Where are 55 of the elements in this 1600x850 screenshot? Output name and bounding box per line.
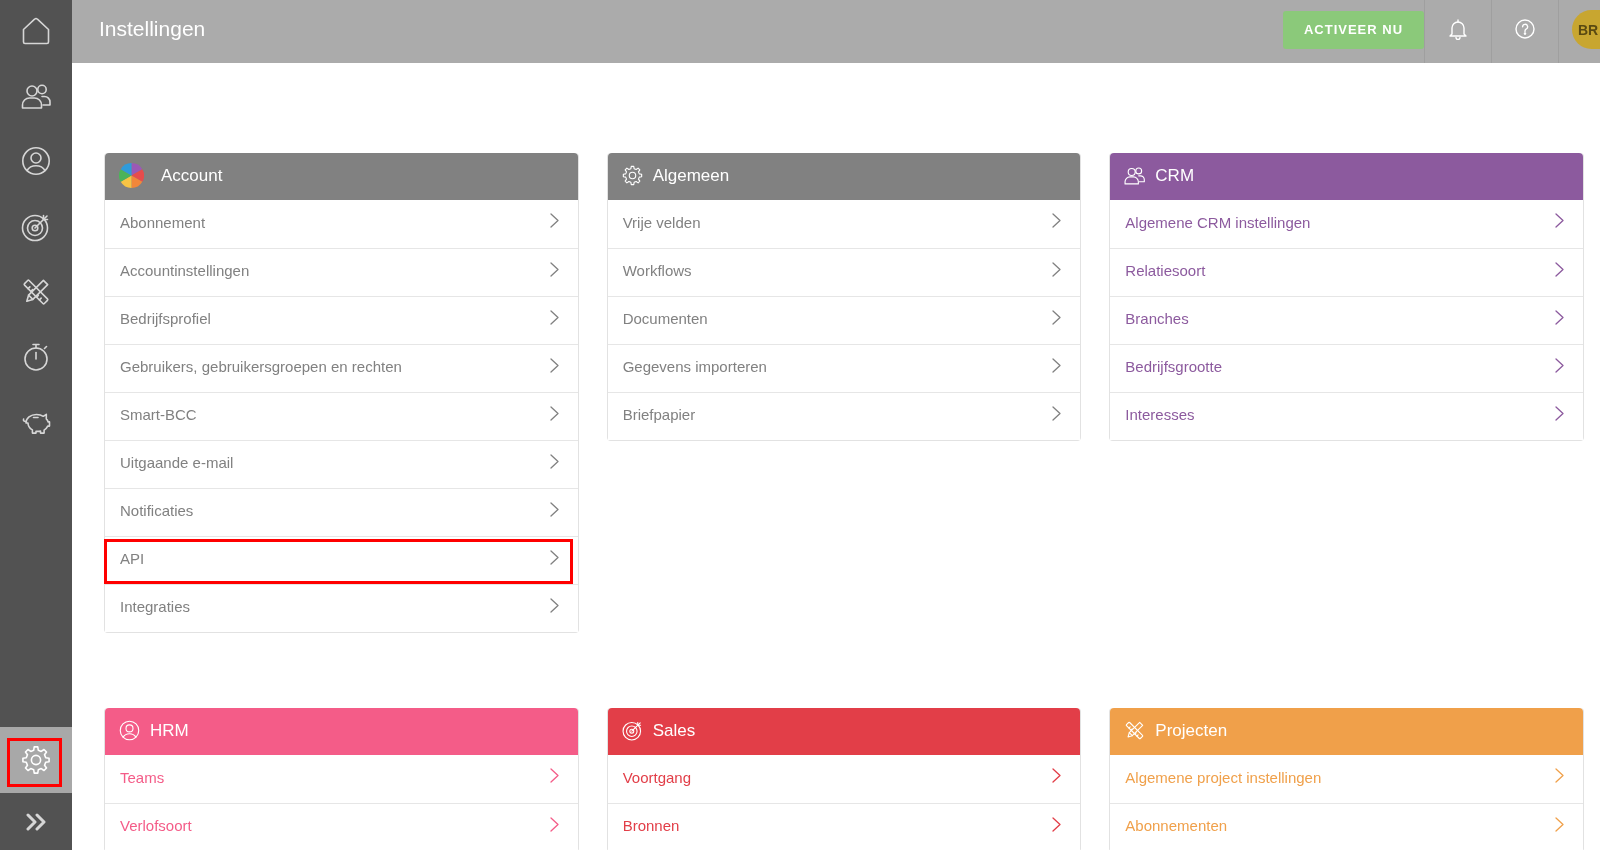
chevron-right-icon [1555,405,1564,421]
pie-chart-icon [119,163,144,188]
user-circle-icon [21,146,51,177]
chevron-right-icon [549,549,559,565]
settings-list-item[interactable]: Abonnementen [1110,803,1583,850]
people-icon [1124,165,1146,186]
settings-list-item[interactable]: Briefpapier [607,392,1081,440]
chevron-right-icon [1555,816,1564,832]
settings-list-item[interactable]: Interesses [1110,392,1583,440]
settings-list-item[interactable]: API [105,536,578,584]
ruler-pencil-icon [1124,720,1146,741]
settings-list-item[interactable]: Verlofsoort [105,803,578,850]
settings-icon [621,165,643,186]
chevron-right-icon [1052,213,1062,228]
settings-list-item[interactable]: Integraties [105,584,578,632]
card-title: Sales [652,720,696,741]
card-title: CRM [1155,165,1195,186]
chevron-right-icon [549,405,559,421]
ruler-pencil-icon [21,276,51,307]
chevron-right-icon [1052,357,1062,373]
page-title: Instellingen [99,17,207,41]
card-title: Account [161,165,223,186]
chevron-right-icon [1555,213,1564,228]
chevron-right-icon [549,261,559,277]
chevron-right-icon [1555,309,1564,325]
stopwatch-icon [21,342,51,373]
settings-icon [21,745,51,775]
settings-list-item[interactable]: Bronnen [607,803,1081,850]
chevron-right-icon [549,213,559,228]
chevron-right-icon [1555,768,1564,783]
chevron-right-icon [549,501,559,517]
chevron-right-icon [1052,816,1062,832]
target-icon [621,720,643,741]
chevron-right-icon [1052,768,1062,783]
chevron-right-icon [1052,261,1062,277]
user-circle-icon [119,720,140,741]
chevron-right-icon [549,597,559,613]
chevron-right-icon [1555,357,1564,373]
user-avatar[interactable]: BR [1572,10,1600,49]
help-icon [1515,19,1535,39]
card-title: HRM [150,720,189,741]
sidebar-nav-item[interactable] [0,727,72,793]
card-title: Projecten [1155,720,1228,741]
bell-icon [1449,18,1467,40]
chevron-right-icon [549,816,559,832]
chevron-right-icon [549,357,559,373]
chevron-right-icon [549,453,559,469]
chevron-right-icon [1052,405,1062,421]
chevron-right-icon [1555,261,1564,277]
chevron-right-icon [549,768,559,783]
card-title: Algemeen [652,165,730,186]
double-chevron-icon [26,812,46,831]
house-icon [21,15,51,46]
chevron-right-icon [549,309,559,325]
chevron-right-icon [1052,309,1062,325]
